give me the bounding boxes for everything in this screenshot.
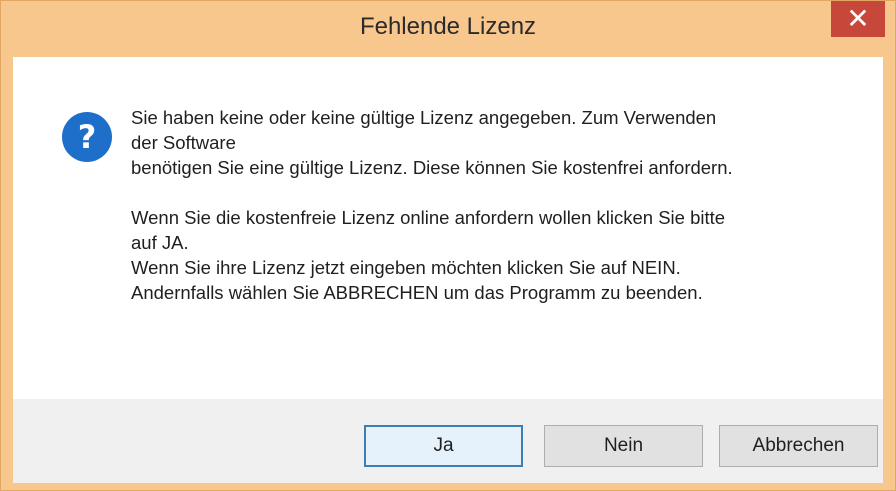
- message-line: Andernfalls wählen Sie ABBRECHEN um das …: [131, 282, 703, 303]
- window-title: Fehlende Lizenz: [359, 13, 537, 40]
- close-button[interactable]: ✕: [831, 1, 885, 37]
- svg-text:?: ?: [78, 118, 97, 156]
- button-bar: Ja Nein Abbrechen: [13, 399, 883, 483]
- message-area: ? Sie haben keine oder keine gültige Liz…: [13, 57, 883, 399]
- dialog-client-area: ? Sie haben keine oder keine gültige Liz…: [13, 57, 883, 483]
- question-icon: ?: [62, 112, 112, 162]
- yes-button[interactable]: Ja: [364, 425, 523, 467]
- dialog-window: Fehlende Lizenz ✕ ? Sie haben keine oder…: [0, 0, 896, 491]
- message-line: Wenn Sie ihre Lizenz jetzt eingeben möch…: [131, 257, 681, 278]
- message-line: benötigen Sie eine gültige Lizenz. Diese…: [131, 157, 733, 178]
- message-text: Sie haben keine oder keine gültige Lizen…: [131, 105, 851, 305]
- cancel-button[interactable]: Abbrechen: [719, 425, 878, 467]
- message-line: Wenn Sie die kostenfreie Lizenz online a…: [131, 207, 726, 228]
- title-bar[interactable]: Fehlende Lizenz ✕: [1, 1, 895, 57]
- message-line: der Software: [131, 132, 236, 153]
- close-icon: ✕: [846, 2, 870, 35]
- no-button[interactable]: Nein: [544, 425, 703, 467]
- message-line: auf JA.: [131, 232, 189, 253]
- message-line: Sie haben keine oder keine gültige Lizen…: [131, 107, 717, 128]
